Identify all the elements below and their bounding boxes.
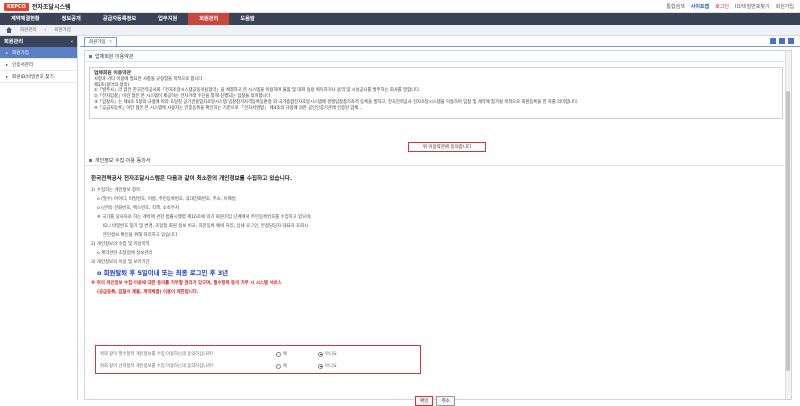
bullet-icon xyxy=(89,54,92,58)
integrated-search-link[interactable]: 통합검색 xyxy=(666,3,684,10)
breadcrumb: 회원관리 › 회원가입 xyxy=(0,25,800,36)
gnb-disclosure[interactable]: 정보공개 xyxy=(51,13,92,25)
breadcrumb-sep: › xyxy=(44,27,47,33)
consent-question: 위와 같이 필수항목 개인정보를 수집·이용하는데 동의하십니까? xyxy=(100,352,214,357)
privacy-item: 2) 개인정보의 수집 및 이용목적 xyxy=(91,242,150,247)
sidebar-title: 회원관리 xyxy=(4,39,24,45)
content-panel: 업체회원 이용약관 업체회원 이용약관 사항과 기타 이용에 필요한 사항을 규… xyxy=(84,50,792,406)
sidebar-item-label: 회원ID/비밀번호 찾기 xyxy=(12,74,54,80)
radio-icon xyxy=(276,351,281,357)
top-header: KEPCO 전자조달시스템 통합검색 사이트맵 로그인 ID/비밀번호찾기 회원… xyxy=(0,0,800,13)
radio-label: 아니요 xyxy=(325,364,337,369)
sitemap-link[interactable]: 사이트맵 xyxy=(691,3,709,10)
gnb-member[interactable]: 회원관리 xyxy=(188,13,230,25)
breadcrumb-level1[interactable]: 회원관리 xyxy=(20,27,37,33)
bullet-icon xyxy=(6,51,8,54)
gnb-help[interactable]: 도움말 xyxy=(229,13,265,25)
gnb-supplier-info[interactable]: 공급자등록정보 xyxy=(92,13,147,25)
consent-optional-row: 위와 같이 선택항목 개인정보를 수집·이용하는데 동의하십니까? 예 아니요 xyxy=(100,360,416,372)
privacy-item: o (선택) 전화번호, 팩스번호, 직책, 소속부서 xyxy=(97,206,179,211)
cancel-button[interactable]: 취소 xyxy=(436,396,455,406)
global-nav: 계약체결현황 정보공개 공급자등록정보 업무지원 회원관리 도움말 xyxy=(0,13,800,25)
radio-label: 아니요 xyxy=(325,352,337,357)
consent-required-row: 위와 같이 필수항목 개인정보를 수집·이용하는데 동의하십니까? 예 아니요 xyxy=(100,348,416,360)
consent-required-yes[interactable]: 예 xyxy=(276,351,310,357)
radio-label: 예 xyxy=(283,364,287,369)
sidebar-item-certificate[interactable]: 인증서관리 xyxy=(0,59,77,71)
warning-line: ※ 위의 개인정보 수집·이용에 대한 동의를 거부할 권리가 있으며, 필수항… xyxy=(91,281,282,286)
gnb-contract-status[interactable]: 계약체결현황 xyxy=(0,13,51,25)
sidebar-item-join[interactable]: 회원가입 xyxy=(0,47,77,59)
action-buttons: 확인 취소 xyxy=(415,396,455,406)
sidebar: 회원관리 ‹ 회원가입 인증서관리 회원ID/비밀번호 찾기 xyxy=(0,36,78,400)
sidebar-item-label: 인증서관리 xyxy=(12,62,34,68)
window-icon[interactable] xyxy=(779,38,785,44)
scrollbar-thumb[interactable] xyxy=(786,91,790,371)
consent-optional-no[interactable]: 아니요 xyxy=(318,363,352,369)
privacy-section-header: 개인정보 수집·이용 동의서 xyxy=(85,155,785,166)
close-icon[interactable]: ✕ xyxy=(109,40,113,45)
logo[interactable]: KEPCO 전자조달시스템 xyxy=(4,2,71,11)
terms-line: ④「공급자등록」이란 협은 본 시스템에 사용자는 인증등록을 확인하는 기준으… xyxy=(94,105,363,111)
terms-agree-label: 위 이용약관에 동의합니다 xyxy=(422,145,472,150)
terms-agree-button[interactable]: 위 이용약관에 동의합니다 xyxy=(408,142,486,152)
login-link[interactable]: 로그인 xyxy=(715,3,729,10)
bullet-icon xyxy=(6,63,8,66)
privacy-item: o 계약관련 조달업체 정보관리 xyxy=(97,251,153,256)
bullet-icon xyxy=(6,75,8,78)
consent-question: 위와 같이 선택항목 개인정보를 수집·이용하는데 동의하십니까? xyxy=(100,364,214,369)
join-link[interactable]: 회원가입 xyxy=(776,3,794,10)
tab-label: 회원가입 xyxy=(89,40,106,45)
utility-links: 통합검색 사이트맵 로그인 ID/비밀번호찾기 회원가입 xyxy=(666,3,794,10)
terms-section-header: 업체회원 이용약관 xyxy=(85,51,791,62)
layout-icon[interactable] xyxy=(770,38,776,44)
consent-required-no[interactable]: 아니요 xyxy=(318,351,352,357)
confirm-button[interactable]: 확인 xyxy=(415,396,434,406)
radio-icon xyxy=(276,363,281,369)
privacy-item: o (필수) 아이디, 비밀번호, 이름, 주민등록번호, 휴대전화번호, 주소… xyxy=(97,197,236,202)
privacy-content: 한국전력공사 전자조달시스템은 다음과 같이 최소한의 개인정보를 수집하고 있… xyxy=(91,175,781,297)
privacy-section-title: 개인정보 수집·이용 동의서 xyxy=(95,157,151,164)
privacy-lead: 한국전력공사 전자조달시스템은 다음과 같이 최소한의 개인정보를 수집하고 있… xyxy=(91,176,293,182)
privacy-item: ※ 국가를 당사자로 하는 계약에 관한 법률시행령 제16조에 의거 회원가입… xyxy=(97,215,312,220)
radio-icon xyxy=(318,351,323,357)
consent-box: 위와 같이 필수항목 개인정보를 수집·이용하는데 동의하십니까? 예 아니요 … xyxy=(95,345,421,374)
sidebar-item-find-id[interactable]: 회원ID/비밀번호 찾기 xyxy=(0,71,77,83)
fullscreen-icon[interactable] xyxy=(788,38,794,44)
find-id-link[interactable]: ID/비밀번호찾기 xyxy=(735,3,770,10)
privacy-item: 1) 수집하는 개인정보 항목 xyxy=(91,188,141,193)
main-area: 회원가입 ✕ 업체회원 이용약관 업체회원 이용약관 사항과 기타 이용에 필요… xyxy=(80,36,800,406)
privacy-item: 3) 개인정보의 이용 및 보유기간 xyxy=(91,260,150,265)
tab-join[interactable]: 회원가입 ✕ xyxy=(84,37,118,46)
terms-section-title: 업체회원 이용약관 xyxy=(95,53,134,60)
retention-period: o 회원탈퇴 후 5일이내 또는 최종 로그인 후 3년 xyxy=(97,269,229,277)
home-icon[interactable] xyxy=(6,27,12,33)
sidebar-header: 회원관리 ‹ xyxy=(0,36,77,47)
view-controls xyxy=(770,38,794,44)
privacy-item: 본인정보 확인을 위해 처리하고 있습니다. xyxy=(103,233,179,238)
bullet-icon xyxy=(89,158,92,162)
radio-label: 예 xyxy=(283,352,287,357)
privacy-section-header-wrap: 개인정보 수집·이용 동의서 xyxy=(85,155,785,166)
terms-textbox[interactable]: 업체회원 이용약관 사항과 기타 이용에 필요한 사항을 규정함을 목적으로 합… xyxy=(89,67,783,119)
scrollbar[interactable] xyxy=(785,51,791,399)
breadcrumb-level2: 회원가입 xyxy=(54,28,71,33)
privacy-item: ID / 비밀번호 찾기 및 변경, 조달청 회원 정보 비교, 자문등록 예비… xyxy=(103,224,309,229)
tab-bar: 회원가입 ✕ xyxy=(80,36,800,47)
warning-line: (공급등록, 입찰서 제출, 계약체결) 이용이 제한됩니다. xyxy=(97,290,199,295)
collapse-icon[interactable]: ‹ xyxy=(71,39,73,45)
kepco-logo: KEPCO xyxy=(4,2,29,11)
consent-optional-yes[interactable]: 예 xyxy=(276,363,310,369)
sidebar-item-label: 회원가입 xyxy=(12,50,29,56)
gnb-support[interactable]: 업무지원 xyxy=(147,13,188,25)
radio-icon xyxy=(318,363,323,369)
system-name: 전자조달시스템 xyxy=(31,4,71,11)
